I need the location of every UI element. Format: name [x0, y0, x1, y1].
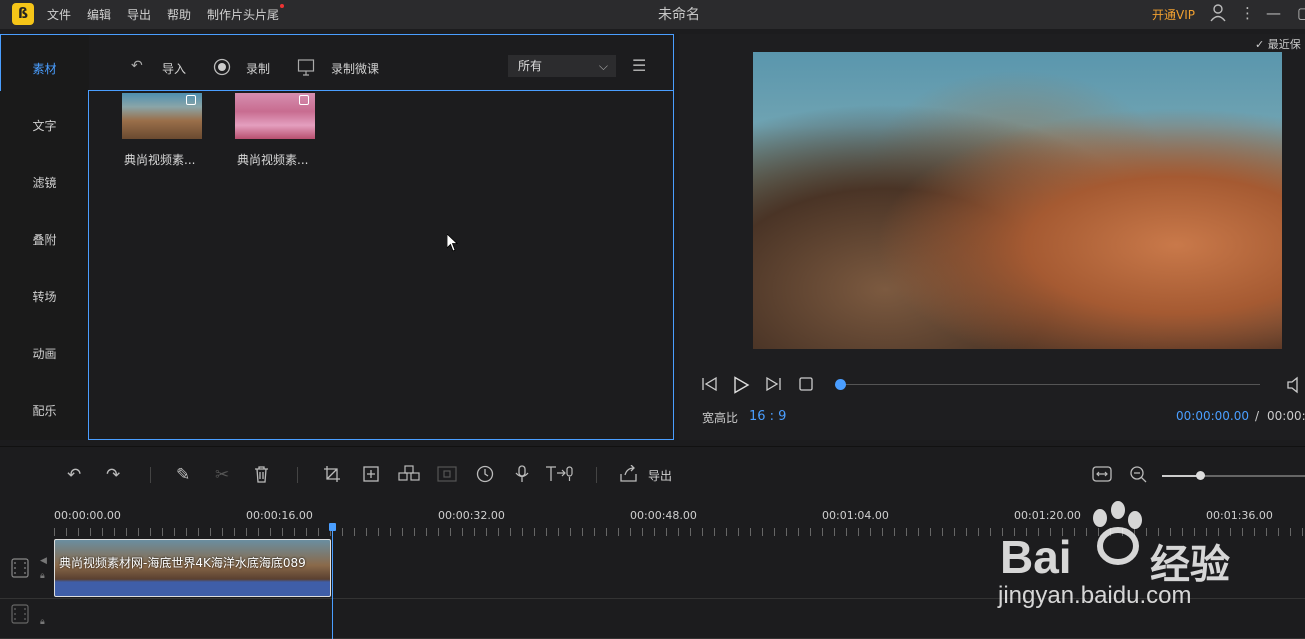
cut-scissors-icon[interactable]: ✂ — [215, 465, 229, 485]
video-preview[interactable] — [753, 52, 1282, 349]
record-button[interactable]: 录制 — [246, 60, 270, 77]
fit-timeline-icon[interactable] — [1092, 465, 1112, 488]
select-checkbox[interactable] — [186, 95, 196, 105]
filter-value: 所有 — [518, 59, 543, 73]
record-lesson-icon[interactable] — [297, 58, 315, 80]
record-icon[interactable] — [213, 58, 231, 80]
filter-dropdown[interactable]: 所有 ⌵ — [508, 55, 616, 77]
import-icon[interactable]: ↶ — [131, 58, 143, 74]
track-lock-icon[interactable]: 🔒︎ — [40, 617, 45, 627]
clip-label: 典尚视频素材网-海底世界4K海洋水底海底089 — [59, 556, 306, 570]
ruler-timestamp: 00:00:32.00 — [438, 509, 505, 522]
volume-icon[interactable] — [1286, 376, 1304, 398]
nav-item-overlays[interactable]: 叠附 — [0, 231, 89, 248]
current-timecode: 00:00:00.00 — [1176, 409, 1249, 423]
media-thumbnail[interactable] — [122, 93, 202, 139]
menu-file[interactable]: 文件 — [47, 6, 71, 23]
speed-clock-icon[interactable] — [476, 465, 494, 488]
microphone-icon[interactable] — [515, 465, 529, 488]
zoom-slider-fill — [1162, 475, 1200, 477]
ruler-timestamp: 00:01:36.00 — [1206, 509, 1273, 522]
mosaic-icon[interactable] — [398, 465, 420, 488]
toolbar-divider — [150, 467, 151, 483]
play-icon[interactable] — [732, 376, 750, 398]
list-view-icon[interactable]: ☰ — [632, 56, 646, 75]
crop-icon[interactable] — [323, 465, 341, 488]
user-icon[interactable] — [1210, 4, 1226, 26]
record-lesson-button[interactable]: 录制微课 — [331, 60, 379, 77]
nav-item-filters[interactable]: 滤镜 — [0, 174, 89, 191]
undo-icon[interactable]: ↶ — [67, 465, 81, 485]
aspect-ratio-value[interactable]: 16 : 9 — [749, 409, 786, 424]
media-thumbnail[interactable] — [235, 93, 315, 139]
menu-edit[interactable]: 编辑 — [87, 6, 111, 23]
nav-item-transitions[interactable]: 转场 — [0, 288, 89, 305]
playback-progress-knob[interactable] — [835, 379, 846, 390]
menu-export[interactable]: 导出 — [127, 6, 151, 23]
zoom-slider-knob[interactable] — [1196, 471, 1205, 480]
minimize-icon[interactable]: — — [1266, 4, 1281, 22]
select-checkbox[interactable] — [299, 95, 309, 105]
toolbar-divider — [596, 467, 597, 483]
timecode-separator: / — [1255, 409, 1260, 423]
ruler-timestamp: 00:01:20.00 — [1014, 509, 1081, 522]
zoom-out-icon[interactable] — [1129, 465, 1147, 488]
stop-icon[interactable] — [798, 376, 814, 396]
ruler-timestamp: 00:00:48.00 — [630, 509, 697, 522]
prev-frame-icon[interactable] — [701, 376, 719, 396]
aspect-ratio-label: 宽高比 — [702, 411, 739, 425]
nav-item-media[interactable]: 素材 — [0, 60, 89, 77]
maximize-icon[interactable]: ▢ — [1297, 4, 1305, 22]
media-library — [88, 90, 674, 440]
menu-help[interactable]: 帮助 — [167, 6, 191, 23]
last-save-status: ✓ 最近保 — [1255, 38, 1301, 51]
more-icon[interactable]: ⋮ — [1240, 4, 1255, 22]
import-button[interactable]: 导入 — [162, 60, 186, 77]
title-bar — [0, 0, 1305, 29]
freeze-frame-icon[interactable] — [437, 465, 457, 488]
resize-icon[interactable] — [362, 465, 380, 488]
watermark-url: jingyan.baidu.com — [998, 582, 1192, 609]
ruler-timestamp: 00:01:04.00 — [822, 509, 889, 522]
edit-pencil-icon[interactable]: ✎ — [176, 465, 190, 485]
playhead[interactable] — [332, 523, 333, 639]
watermark-brand: Bai — [1000, 531, 1072, 583]
track-lock-icon[interactable]: 🔒︎ — [40, 571, 45, 581]
vip-button[interactable]: 开通VIP — [1152, 6, 1195, 23]
export-icon[interactable] — [619, 464, 639, 488]
toolbar-divider — [297, 467, 298, 483]
menu-intro-outro[interactable]: 制作片头片尾 — [207, 6, 279, 23]
delete-trash-icon[interactable] — [253, 465, 270, 488]
ruler-timestamp: 00:00:16.00 — [246, 509, 313, 522]
last-save-label: 最近保 — [1267, 38, 1301, 51]
redo-icon[interactable]: ↷ — [106, 465, 120, 485]
film-strip-icon — [11, 604, 29, 628]
baidu-paw-icon — [1093, 501, 1142, 565]
playhead-handle[interactable] — [329, 523, 336, 531]
chevron-down-icon: ⌵ — [598, 59, 608, 73]
media-item-label: 典尚视频素... — [124, 153, 196, 167]
next-frame-icon[interactable] — [764, 376, 782, 396]
text-to-speech-icon[interactable] — [545, 465, 575, 488]
film-strip-icon — [11, 558, 29, 582]
export-button[interactable]: 导出 — [648, 467, 672, 484]
track-mute-icon[interactable]: ◀ — [40, 556, 47, 566]
nav-item-text[interactable]: 文字 — [0, 117, 89, 134]
timeline-clip[interactable]: 典尚视频素材网-海底世界4K海洋水底海底089 — [54, 539, 331, 597]
nav-item-animation[interactable]: 动画 — [0, 345, 89, 362]
window-title: 未命名 — [658, 7, 700, 23]
media-item-label: 典尚视频素... — [237, 153, 309, 167]
nav-item-music[interactable]: 配乐 — [0, 402, 89, 419]
notification-dot — [280, 4, 284, 8]
total-timecode: 00:00: — [1267, 409, 1305, 423]
ruler-timestamp: 00:00:00.00 — [54, 509, 121, 522]
app-logo-icon: ß — [12, 3, 34, 25]
playback-progress-track[interactable] — [840, 384, 1260, 385]
